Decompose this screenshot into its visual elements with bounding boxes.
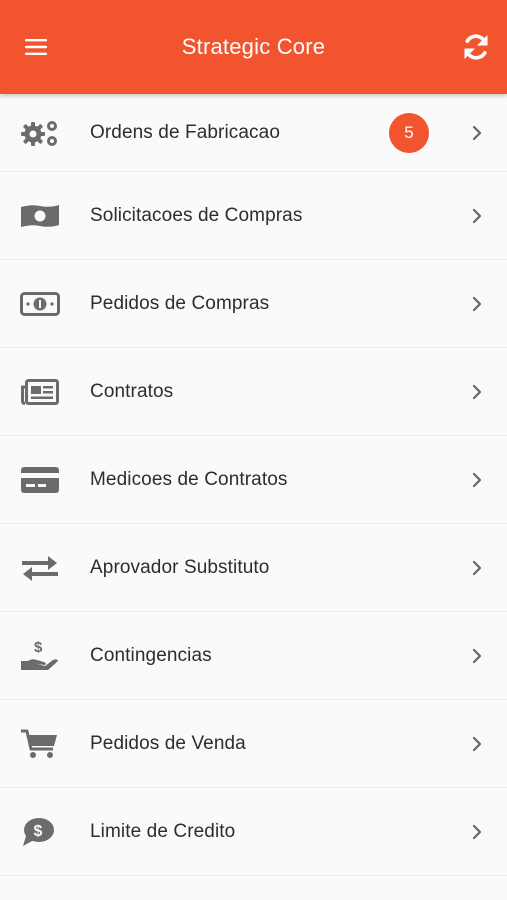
app-bar: Strategic Core <box>0 0 507 94</box>
hand-holding-dollar-icon: $ <box>0 639 90 673</box>
menu-item-label: Contingencias <box>90 644 212 666</box>
hamburger-menu-icon[interactable] <box>20 30 54 64</box>
exchange-arrows-icon <box>0 554 90 582</box>
menu-item-label: Contratos <box>90 380 174 402</box>
menu-item-limite-de-credito[interactable]: $ Limite de Credito <box>0 788 507 876</box>
menu-item-label: Aprovador Substituto <box>90 556 270 578</box>
chevron-right-icon <box>447 472 507 488</box>
svg-text:$: $ <box>34 639 43 656</box>
chevron-right-icon <box>447 384 507 400</box>
menu-item-contingencias[interactable]: $ Contingencias <box>0 612 507 700</box>
menu-item-pedidos-de-venda[interactable]: Pedidos de Venda <box>0 700 507 788</box>
menu-item-label: Pedidos de Venda <box>90 732 246 754</box>
chevron-right-icon <box>447 824 507 840</box>
menu-item-label: Medicoes de Contratos <box>90 468 288 490</box>
menu-list: Ordens de Fabricacao 5 Solicitacoes de C… <box>0 94 507 876</box>
money-bill-alt-icon <box>0 291 90 317</box>
menu-item-pedidos-de-compras[interactable]: Pedidos de Compras <box>0 260 507 348</box>
menu-item-label: Pedidos de Compras <box>90 292 270 314</box>
app-title: Strategic Core <box>181 34 326 59</box>
menu-item-ordens-de-fabricacao[interactable]: Ordens de Fabricacao 5 <box>0 94 507 172</box>
menu-item-aprovador-substituto[interactable]: Aprovador Substituto <box>0 524 507 612</box>
menu-item-label: Ordens de Fabricacao <box>90 121 280 143</box>
svg-text:$: $ <box>34 823 43 840</box>
gears-icon <box>0 118 90 148</box>
dollar-comment-icon: $ <box>0 816 90 848</box>
menu-item-label: Solicitacoes de Compras <box>90 204 303 226</box>
chevron-right-icon <box>447 125 507 141</box>
refresh-icon[interactable] <box>459 30 493 64</box>
chevron-right-icon <box>447 208 507 224</box>
chevron-right-icon <box>447 648 507 664</box>
money-bill-icon <box>0 203 90 229</box>
menu-item-solicitacoes-de-compras[interactable]: Solicitacoes de Compras <box>0 172 507 260</box>
app-screen: Strategic Core Ordens de Fabricacao 5 So… <box>0 0 507 900</box>
chevron-right-icon <box>447 736 507 752</box>
menu-item-label: Limite de Credito <box>90 820 236 842</box>
chevron-right-icon <box>447 560 507 576</box>
menu-item-contratos[interactable]: Contratos <box>0 348 507 436</box>
credit-card-icon <box>0 466 90 494</box>
menu-item-medicoes-de-contratos[interactable]: Medicoes de Contratos <box>0 436 507 524</box>
newspaper-icon <box>0 378 90 406</box>
chevron-right-icon <box>447 296 507 312</box>
shopping-cart-icon <box>0 728 90 760</box>
notification-badge: 5 <box>389 112 429 153</box>
